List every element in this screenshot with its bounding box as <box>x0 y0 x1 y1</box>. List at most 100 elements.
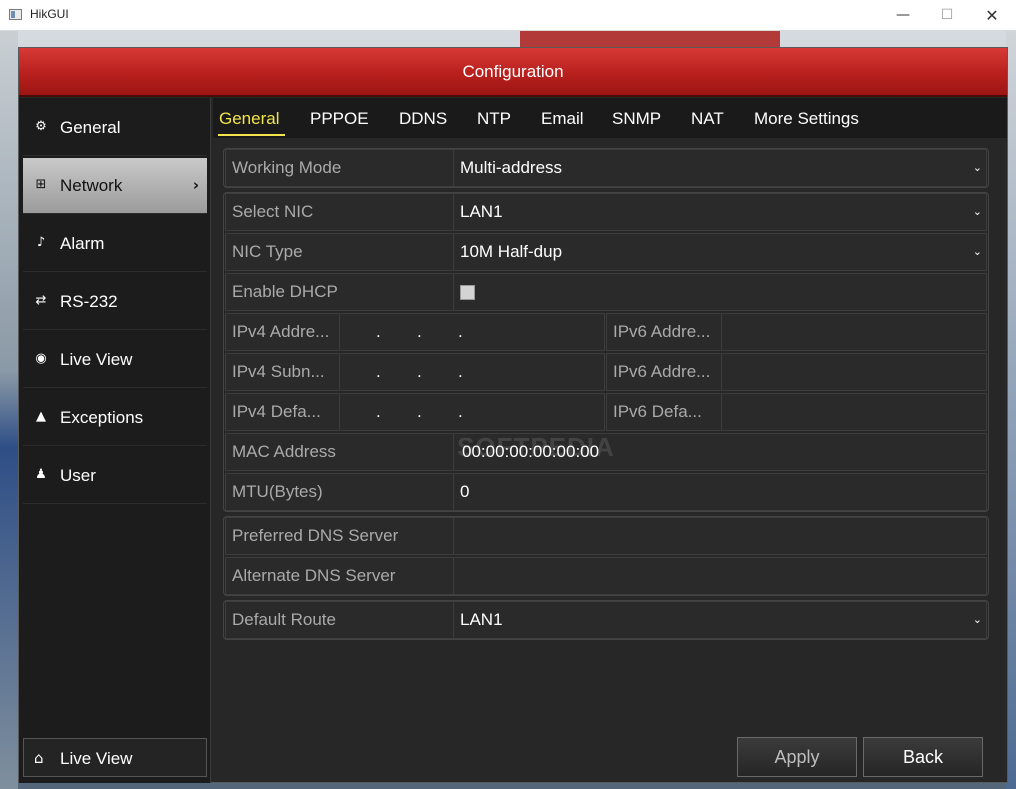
ip-separator: . <box>458 322 463 341</box>
gear-icon: ⚙ <box>35 119 47 134</box>
tab-general[interactable]: General <box>219 109 279 129</box>
sidebar-item-label: User <box>60 466 96 485</box>
tab-ntp[interactable]: NTP <box>477 109 511 129</box>
mtu-input[interactable]: 0 <box>460 474 469 510</box>
enable-dhcp-label: Enable DHCP <box>226 274 454 310</box>
enable-dhcp-row: Enable DHCP <box>225 273 987 311</box>
chevron-down-icon: ⌄ <box>972 245 982 258</box>
preferred-dns-row[interactable]: Preferred DNS Server <box>225 517 987 555</box>
working-mode-label: Working Mode <box>226 150 454 186</box>
sidebar-item-network[interactable]: ⊞ Network › <box>23 158 207 214</box>
tab-nat[interactable]: NAT <box>691 109 724 129</box>
tab-snmp[interactable]: SNMP <box>612 109 661 129</box>
tab-pppoe[interactable]: PPPOE <box>310 109 369 129</box>
configuration-dialog: Configuration ⚙ General ⊞ Network › ♪ Al… <box>18 47 1008 783</box>
apply-button[interactable]: Apply <box>737 737 857 777</box>
sidebar-item-live-view[interactable]: ◉ Live View <box>23 332 207 388</box>
sidebar-item-rs232[interactable]: ⇄ RS-232 <box>23 274 207 330</box>
sidebar-item-label: Network <box>60 176 123 195</box>
sidebar: ⚙ General ⊞ Network › ♪ Alarm ⇄ RS-232 ◉… <box>19 98 211 783</box>
select-nic-select[interactable]: LAN1 <box>460 194 503 230</box>
dialog-title: Configuration <box>462 62 564 81</box>
working-mode-row[interactable]: Working Mode Multi-address ⌄ <box>225 149 987 187</box>
ipv4-gateway-label: IPv4 Defa... <box>225 393 340 431</box>
back-button[interactable]: Back <box>863 737 983 777</box>
active-tab-indicator <box>218 134 285 136</box>
sidebar-item-label: Exceptions <box>60 408 144 427</box>
dialog-header: Configuration <box>19 48 1007 97</box>
tab-more-settings[interactable]: More Settings <box>754 109 859 129</box>
sidebar-item-label: General <box>60 118 121 137</box>
mtu-row[interactable]: MTU(Bytes) 0 <box>225 473 987 511</box>
live-view-button-label: Live View <box>60 749 133 768</box>
tab-ddns[interactable]: DDNS <box>399 109 447 129</box>
ipv4-subnet-label: IPv4 Subn... <box>225 353 340 391</box>
eye-icon: ◉ <box>35 351 47 366</box>
alternate-dns-row[interactable]: Alternate DNS Server <box>225 557 987 595</box>
nic-type-select[interactable]: 10M Half-dup <box>460 234 562 270</box>
enable-dhcp-checkbox[interactable] <box>460 285 475 300</box>
ip-separator: . <box>458 402 463 421</box>
ip-separator: . <box>376 402 381 421</box>
chevron-down-icon: ⌄ <box>972 205 982 218</box>
ipv6-gateway-value <box>721 393 987 431</box>
mtu-label: MTU(Bytes) <box>226 474 454 510</box>
ipv4-subnet-input[interactable]: . . . <box>339 353 605 391</box>
ipv6-address-value <box>721 313 987 351</box>
chevron-down-icon: ⌄ <box>972 613 982 626</box>
ip-separator: . <box>458 362 463 381</box>
nic-type-label: NIC Type <box>226 234 454 270</box>
sidebar-item-label: RS-232 <box>60 292 118 311</box>
ip-separator: . <box>417 322 422 341</box>
window-titlebar: HikGUI — ☐ ✕ <box>0 0 1016 31</box>
ip-separator: . <box>376 322 381 341</box>
users-icon: ♟ <box>35 467 47 482</box>
network-icon: ⊞ <box>35 177 47 192</box>
serial-port-icon: ⇄ <box>35 293 47 308</box>
sidebar-item-label: Live View <box>60 350 133 369</box>
ip-gateway-row: IPv4 Defa... . . . IPv6 Defa... <box>225 393 987 431</box>
home-icon: ⌂ <box>34 749 44 767</box>
ipv6-address-2-label: IPv6 Addre... <box>606 353 722 391</box>
sidebar-item-alarm[interactable]: ♪ Alarm <box>23 216 207 272</box>
alternate-dns-label: Alternate DNS Server <box>226 558 454 594</box>
chevron-down-icon: ⌄ <box>972 161 982 174</box>
chevron-right-icon: › <box>192 176 199 194</box>
ip-separator: . <box>417 362 422 381</box>
ipv6-gateway-label: IPv6 Defa... <box>606 393 722 431</box>
ipv4-gateway-input[interactable]: . . . <box>339 393 605 431</box>
watermark: SOFTPEDIA <box>457 432 615 462</box>
sidebar-item-general[interactable]: ⚙ General <box>23 100 207 156</box>
sidebar-item-user[interactable]: ♟ User <box>23 448 207 504</box>
working-mode-select[interactable]: Multi-address <box>460 150 562 186</box>
minimize-button[interactable]: — <box>880 0 926 31</box>
mac-address-label: MAC Address <box>226 434 454 470</box>
default-route-row[interactable]: Default Route LAN1 ⌄ <box>225 601 987 639</box>
default-route-select[interactable]: LAN1 <box>460 602 503 638</box>
ip-address-row: IPv4 Addre... . . . IPv6 Addre... <box>225 313 987 351</box>
ipv4-address-input[interactable]: . . . <box>339 313 605 351</box>
app-icon <box>9 9 22 20</box>
select-nic-row[interactable]: Select NIC LAN1 ⌄ <box>225 193 987 231</box>
close-button[interactable]: ✕ <box>969 0 1015 31</box>
ipv4-address-label: IPv4 Addre... <box>225 313 340 351</box>
background-left-edge <box>0 31 18 789</box>
tab-bar: General PPPOE DDNS NTP Email SNMP NAT Mo… <box>213 98 1007 138</box>
preferred-dns-label: Preferred DNS Server <box>226 518 454 554</box>
background-awning <box>520 31 780 47</box>
warning-icon: ▲ <box>36 409 46 424</box>
ip-separator: . <box>417 402 422 421</box>
maximize-button[interactable]: ☐ <box>924 0 970 31</box>
nic-type-row[interactable]: NIC Type 10M Half-dup ⌄ <box>225 233 987 271</box>
window-title: HikGUI <box>30 7 69 21</box>
select-nic-label: Select NIC <box>226 194 454 230</box>
alarm-icon: ♪ <box>36 235 46 250</box>
live-view-button[interactable]: ⌂ Live View <box>23 738 207 777</box>
ip-subnet-row: IPv4 Subn... . . . IPv6 Addre... <box>225 353 987 391</box>
ipv6-address-2-value <box>721 353 987 391</box>
default-route-label: Default Route <box>226 602 454 638</box>
ipv6-address-label: IPv6 Addre... <box>606 313 722 351</box>
sidebar-item-exceptions[interactable]: ▲ Exceptions <box>23 390 207 446</box>
sidebar-item-label: Alarm <box>60 234 105 253</box>
tab-email[interactable]: Email <box>541 109 584 129</box>
